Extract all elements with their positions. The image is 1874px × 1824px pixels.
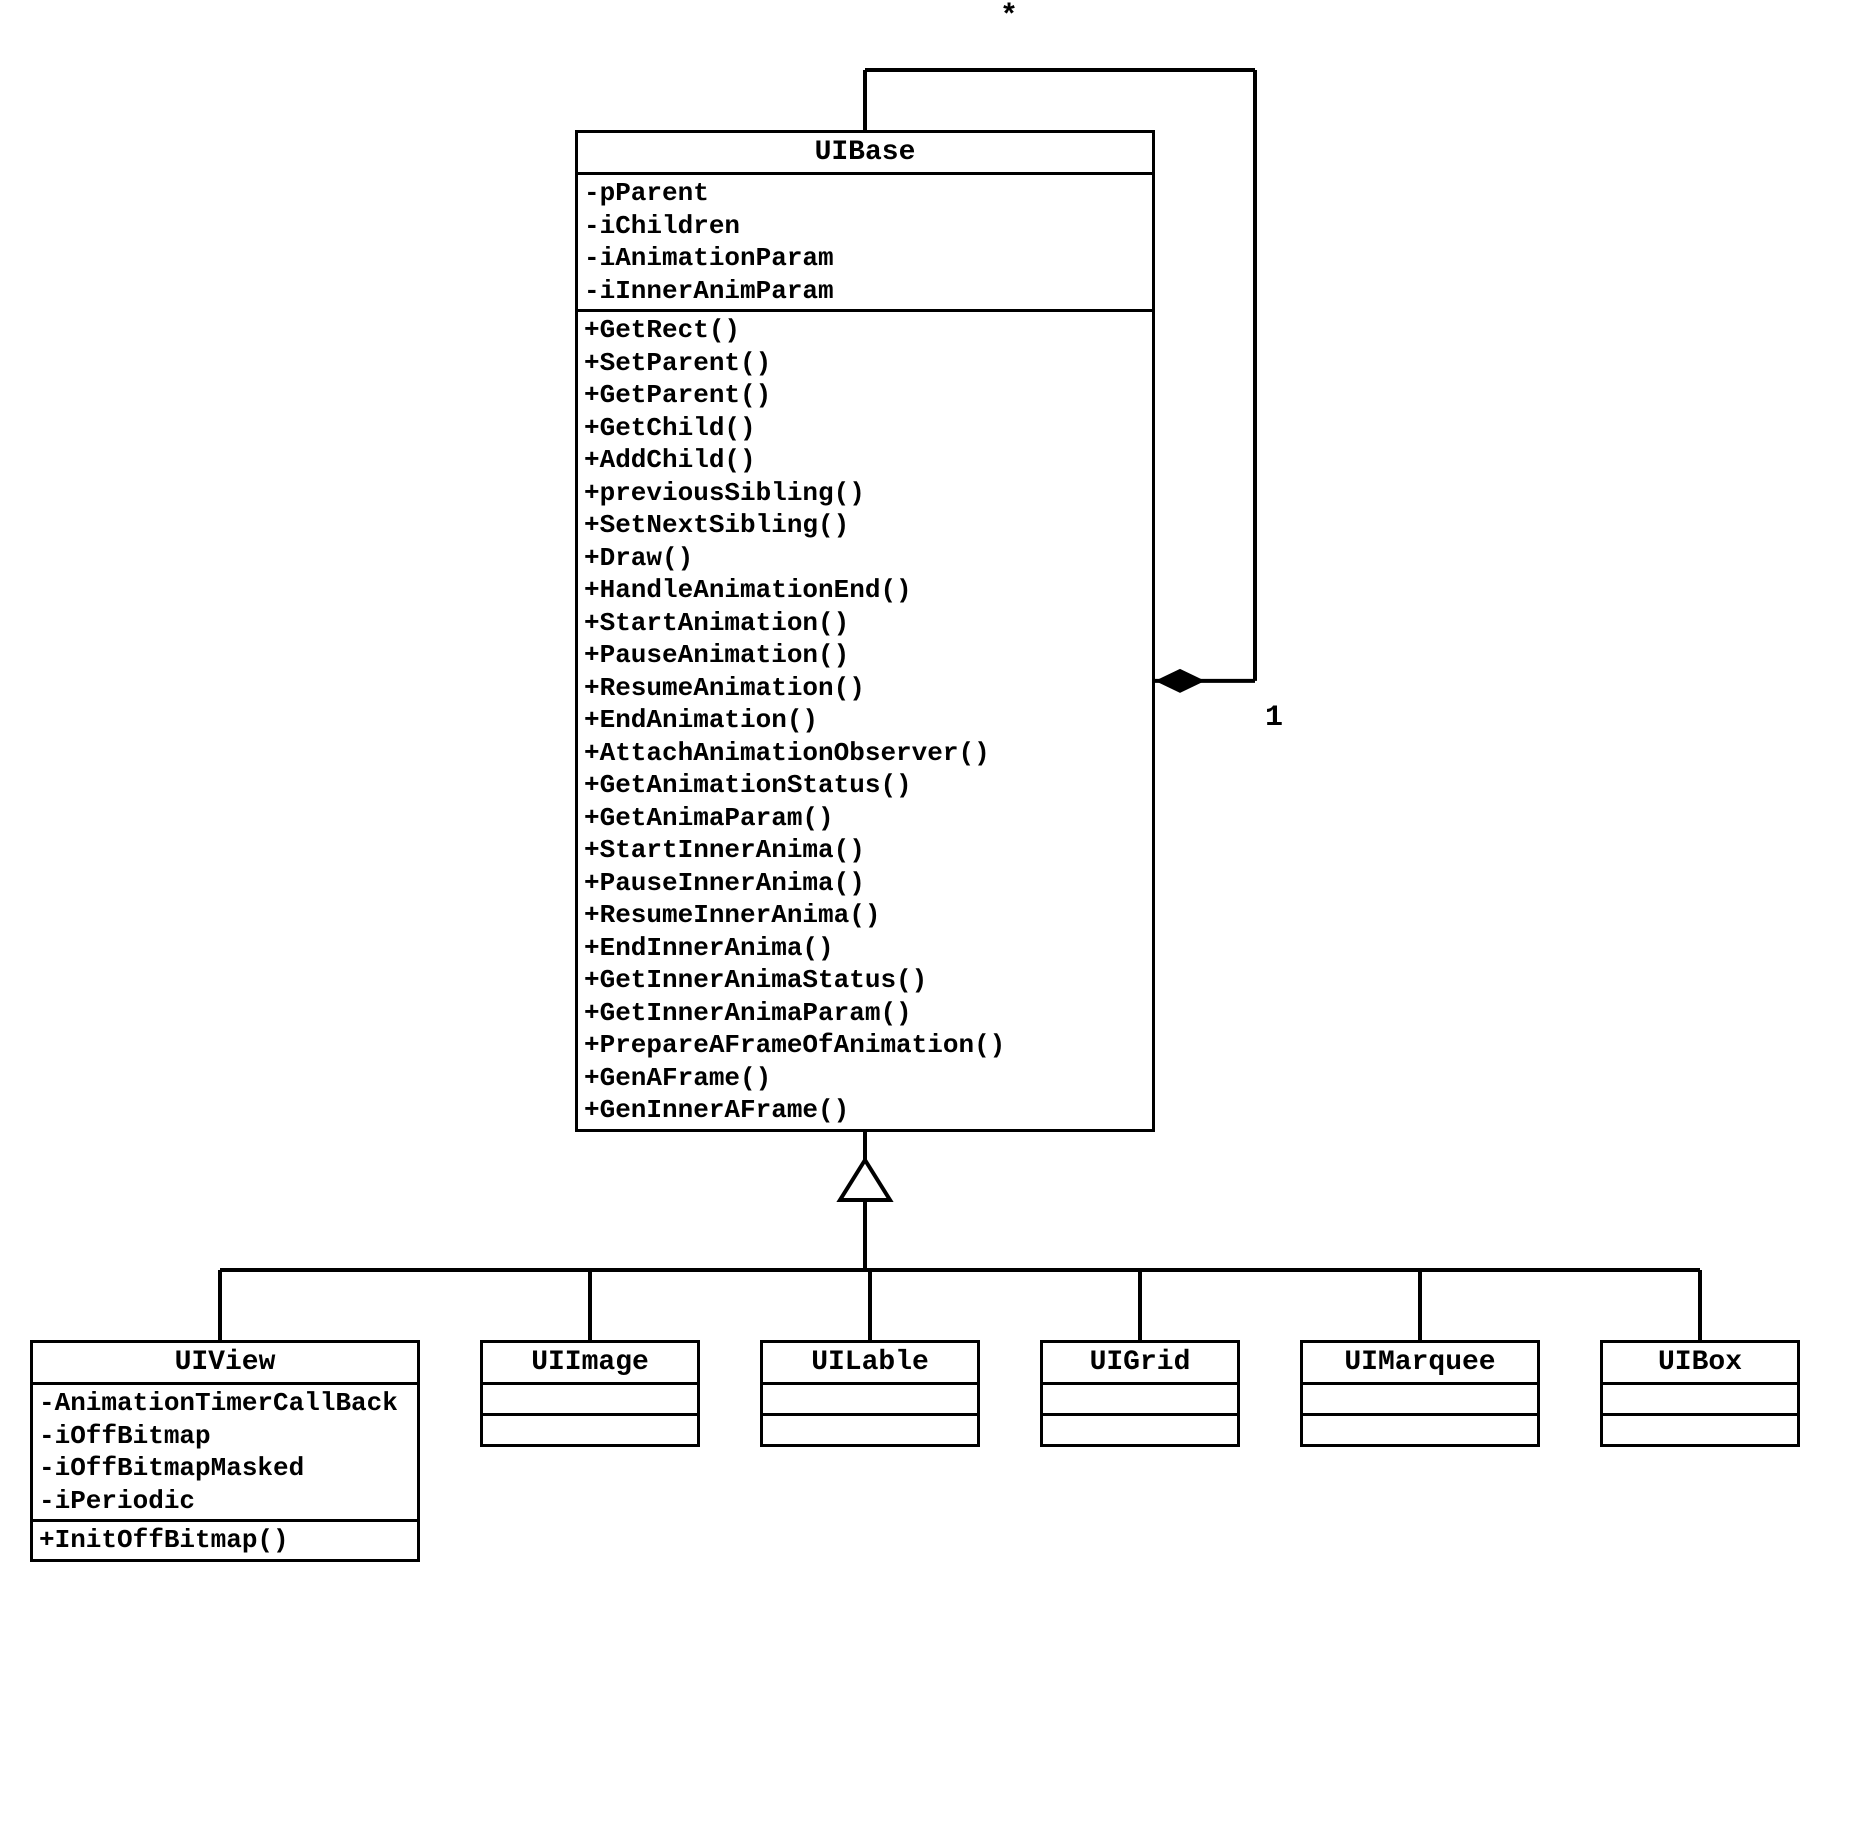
class-member: +EndAnimation() bbox=[584, 704, 1146, 737]
multiplicity-one: 1 bbox=[1265, 701, 1283, 735]
class-member: -pParent bbox=[584, 177, 1146, 210]
class-operations: +InitOffBitmap() bbox=[33, 1522, 417, 1559]
class-member: +GenAFrame() bbox=[584, 1062, 1146, 1095]
class-attributes bbox=[483, 1385, 697, 1416]
class-member: +SetParent() bbox=[584, 347, 1146, 380]
class-title: UIBase bbox=[578, 133, 1152, 175]
class-member: +GetRect() bbox=[584, 314, 1146, 347]
class-member: +ResumeInnerAnima() bbox=[584, 899, 1146, 932]
class-member: +previousSibling() bbox=[584, 477, 1146, 510]
class-operations bbox=[763, 1416, 977, 1444]
class-title: UIBox bbox=[1603, 1343, 1797, 1385]
class-member: +GetAnimationStatus() bbox=[584, 769, 1146, 802]
class-member: +PrepareAFrameOfAnimation() bbox=[584, 1029, 1146, 1062]
class-member: -AnimationTimerCallBack bbox=[39, 1387, 411, 1420]
class-member: -iInnerAnimParam bbox=[584, 275, 1146, 308]
class-member: +ResumeAnimation() bbox=[584, 672, 1146, 705]
class-uibox: UIBox bbox=[1600, 1340, 1800, 1447]
class-attributes bbox=[1603, 1385, 1797, 1416]
class-member: +Draw() bbox=[584, 542, 1146, 575]
inheritance-arrow-icon bbox=[840, 1160, 890, 1200]
class-member: -iPeriodic bbox=[39, 1485, 411, 1518]
class-uigrid: UIGrid bbox=[1040, 1340, 1240, 1447]
class-member: +GetInnerAnimaStatus() bbox=[584, 964, 1146, 997]
class-member: -iOffBitmap bbox=[39, 1420, 411, 1453]
class-member: +HandleAnimationEnd() bbox=[584, 574, 1146, 607]
class-uilable: UILable bbox=[760, 1340, 980, 1447]
class-member: +StartInnerAnima() bbox=[584, 834, 1146, 867]
multiplicity-many: * bbox=[1000, 0, 1018, 34]
class-operations: +GetRect()+SetParent()+GetParent()+GetCh… bbox=[578, 312, 1152, 1129]
class-member: +GetInnerAnimaParam() bbox=[584, 997, 1146, 1030]
class-member: +GetParent() bbox=[584, 379, 1146, 412]
class-title: UILable bbox=[763, 1343, 977, 1385]
class-uiview: UIView -AnimationTimerCallBack-iOffBitma… bbox=[30, 1340, 420, 1562]
class-member: +AddChild() bbox=[584, 444, 1146, 477]
class-member: +GetAnimaParam() bbox=[584, 802, 1146, 835]
class-uimarquee: UIMarquee bbox=[1300, 1340, 1540, 1447]
class-operations bbox=[1303, 1416, 1537, 1444]
class-member: +PauseInnerAnima() bbox=[584, 867, 1146, 900]
class-operations bbox=[1603, 1416, 1797, 1444]
class-attributes: -AnimationTimerCallBack-iOffBitmap-iOffB… bbox=[33, 1385, 417, 1522]
class-member: +EndInnerAnima() bbox=[584, 932, 1146, 965]
class-member: +GenInnerAFrame() bbox=[584, 1094, 1146, 1127]
inheritance-fanout bbox=[220, 1132, 1700, 1341]
class-member: +GetChild() bbox=[584, 412, 1146, 445]
class-attributes: -pParent-iChildren-iAnimationParam-iInne… bbox=[578, 175, 1152, 312]
class-member: +SetNextSibling() bbox=[584, 509, 1146, 542]
class-attributes bbox=[1303, 1385, 1537, 1416]
class-member: -iAnimationParam bbox=[584, 242, 1146, 275]
class-operations bbox=[1043, 1416, 1237, 1444]
class-member: +StartAnimation() bbox=[584, 607, 1146, 640]
class-uiimage: UIImage bbox=[480, 1340, 700, 1447]
class-title: UIImage bbox=[483, 1343, 697, 1385]
class-member: -iOffBitmapMasked bbox=[39, 1452, 411, 1485]
class-member: +AttachAnimationObserver() bbox=[584, 737, 1146, 770]
class-title: UIView bbox=[33, 1343, 417, 1385]
class-title: UIMarquee bbox=[1303, 1343, 1537, 1385]
class-member: +InitOffBitmap() bbox=[39, 1524, 411, 1557]
class-attributes bbox=[1043, 1385, 1237, 1416]
class-member: -iChildren bbox=[584, 210, 1146, 243]
class-operations bbox=[483, 1416, 697, 1444]
class-title: UIGrid bbox=[1043, 1343, 1237, 1385]
class-attributes bbox=[763, 1385, 977, 1416]
class-uibase: UIBase -pParent-iChildren-iAnimationPara… bbox=[575, 130, 1155, 1132]
class-member: +PauseAnimation() bbox=[584, 639, 1146, 672]
composition-diamond-icon bbox=[1155, 669, 1205, 693]
